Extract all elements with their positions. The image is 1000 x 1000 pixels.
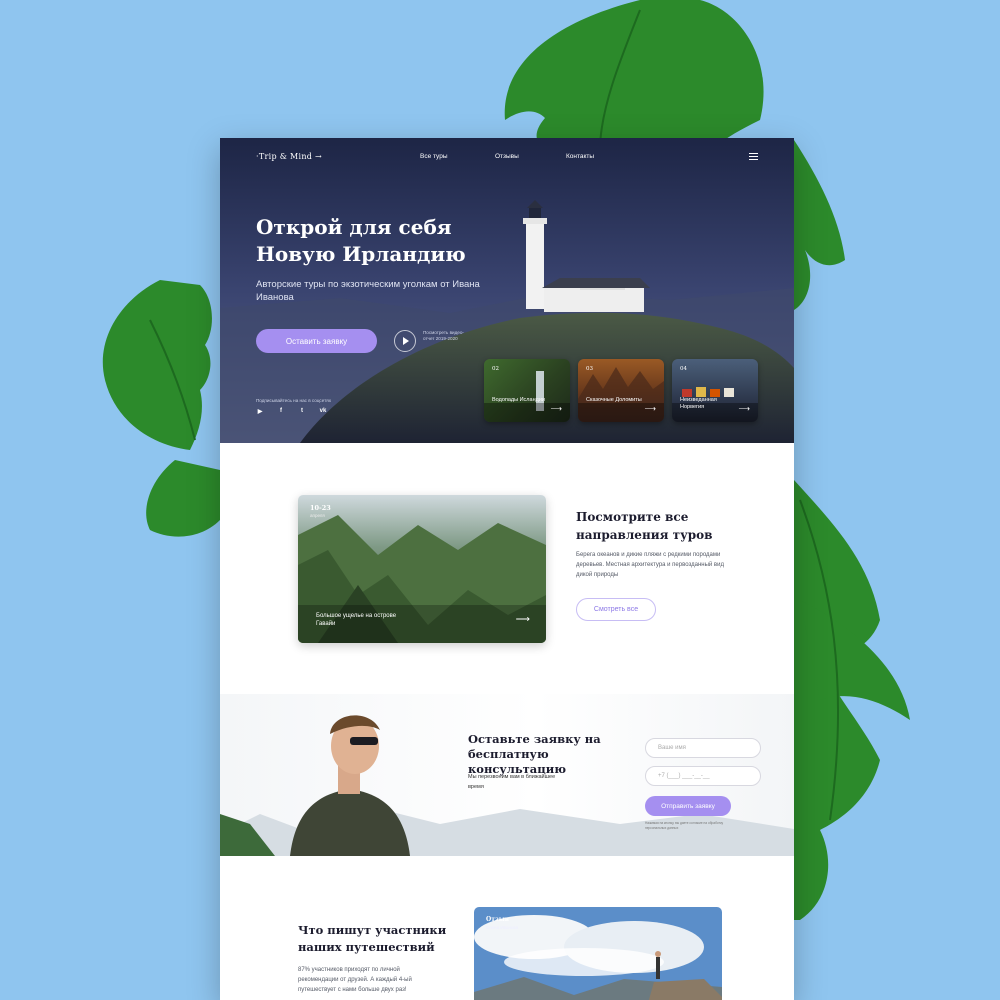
play-video-icon[interactable] [394, 330, 416, 352]
reviews-title: Что пишут участники наших путешествий [298, 923, 447, 954]
video-caption: Посмотреть видео-отчет 2019-2020 [423, 330, 464, 342]
review-author: Елена Иванова [486, 925, 519, 930]
vk-icon[interactable]: vk [319, 408, 327, 415]
phone-input[interactable]: +7 (___) ___-__-__ [645, 766, 761, 786]
tours-section-title: Посмотрите все направления туров [576, 510, 713, 542]
hero-subtitle: Авторские туры по экзотическим уголкам о… [256, 279, 480, 303]
tours-section-text: Берега океанов и дикие пляжи с редкими п… [576, 552, 724, 578]
twitter-icon[interactable]: t [298, 408, 306, 415]
review-card[interactable]: Отзыв Елена Иванова [474, 907, 722, 1000]
consultation-title: Оставьте заявку на бесплатную консультац… [468, 732, 601, 776]
leave-request-button[interactable]: Оставить заявку [256, 329, 377, 353]
name-input[interactable]: Ваше имя [645, 738, 761, 758]
logo[interactable]: ·Trip & Mind → [256, 152, 322, 161]
hamburger-menu-icon[interactable] [749, 153, 758, 160]
destination-title: Неизведанная Норвегия [680, 397, 717, 410]
send-request-button[interactable]: Отправить заявку [645, 796, 731, 816]
tour-date: 10-23 [310, 504, 331, 512]
arrow-right-icon: ⟶ [738, 404, 750, 413]
see-all-button[interactable]: Смотреть все [576, 598, 656, 621]
review-photo [474, 907, 722, 1000]
hero-section: ·Trip & Mind → Все туры Отзывы Контакты … [220, 138, 794, 443]
facebook-icon[interactable]: f [277, 408, 285, 415]
destination-title: Сказочные Доломиты [586, 397, 642, 403]
consultation-section: Оставьте заявку на бесплатную консультац… [220, 694, 794, 856]
destination-number: 04 [680, 366, 687, 372]
top-nav: ·Trip & Mind → Все туры Отзывы Контакты [220, 152, 794, 164]
hero-title-line1: Открой для себя [256, 215, 452, 239]
tour-month: апреля [310, 513, 325, 518]
arrow-right-icon: ⟶ [550, 404, 562, 413]
nav-link-contacts[interactable]: Контакты [566, 153, 594, 160]
nav-link-all-tours[interactable]: Все туры [420, 153, 448, 160]
destination-number: 03 [586, 366, 593, 372]
landing-page: ·Trip & Mind → Все туры Отзывы Контакты … [220, 138, 794, 1000]
youtube-icon[interactable]: ▶ [256, 408, 264, 415]
reviews-text: 87% участников приходят по личной рекоме… [298, 967, 412, 993]
arrow-right-icon[interactable]: ⟶ [516, 614, 530, 625]
tour-title: Большое ущелье на острове Гавайи [316, 613, 397, 627]
social-links: ▶ f t vk [256, 408, 327, 415]
destination-number: 02 [492, 366, 499, 372]
consultation-text: Мы перезвоним вам в ближайшее время [468, 774, 556, 790]
destination-card-norway[interactable]: 04 Неизведанная Норвегия ⟶ [672, 359, 758, 422]
featured-tour-card[interactable]: 10-23 апреля Большое ущелье на острове Г… [298, 495, 546, 643]
hero-title: Открой для себя Новую Ирландию [256, 214, 496, 268]
destination-card-dolomites[interactable]: 03 Сказочные Доломиты ⟶ [578, 359, 664, 422]
consent-note: Нажимая на кнопку, вы даете согласие на … [645, 821, 724, 830]
destination-title: Водопады Исландии [492, 397, 545, 403]
hero-title-line2: Новую Ирландию [256, 242, 466, 266]
destination-card-iceland[interactable]: 02 Водопады Исландии ⟶ [484, 359, 570, 422]
social-caption: Подписывайтесь на нас в соцсетях [256, 398, 331, 403]
review-label: Отзыв [486, 916, 509, 923]
arrow-right-icon: ⟶ [644, 404, 656, 413]
nav-link-reviews[interactable]: Отзывы [495, 153, 519, 160]
